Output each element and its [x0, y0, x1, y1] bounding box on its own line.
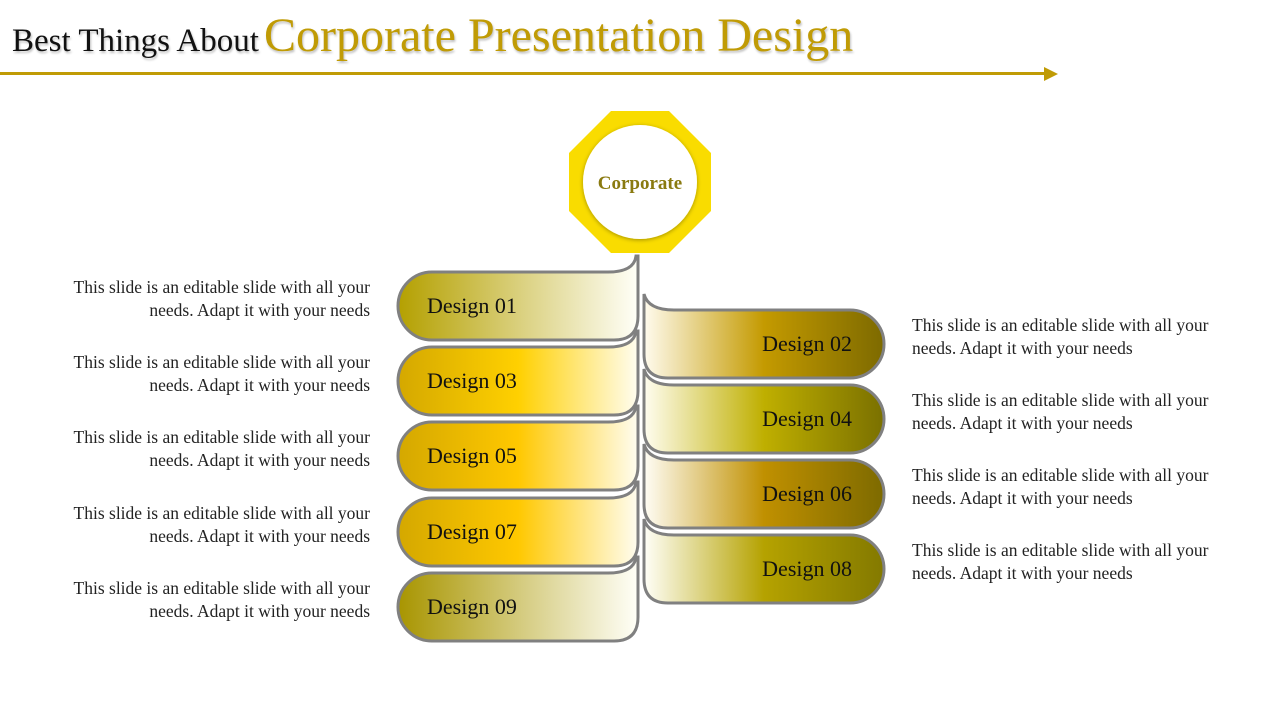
design-label: Design 07 — [427, 519, 517, 544]
description-text: This slide is an editable slide with all… — [912, 390, 1209, 433]
design-label: Design 06 — [762, 481, 852, 506]
description-text: This slide is an editable slide with all… — [912, 315, 1209, 358]
description-text: This slide is an editable slide with all… — [73, 578, 370, 621]
description-text: This slide is an editable slide with all… — [912, 540, 1209, 583]
description-text: This slide is an editable slide with all… — [912, 465, 1209, 508]
design-label: Design 02 — [762, 331, 852, 356]
description-text: This slide is an editable slide with all… — [73, 277, 370, 320]
design-tab: Design 07 — [396, 480, 640, 568]
design-tab: Design 06 — [642, 443, 886, 530]
design-label: Design 08 — [762, 556, 852, 581]
design-tab: Design 02 — [642, 293, 886, 380]
design-label: Design 01 — [427, 293, 517, 318]
description-text: This slide is an editable slide with all… — [73, 352, 370, 395]
design-tab: Design 04 — [642, 368, 886, 455]
design-label: Design 09 — [427, 594, 517, 619]
design-tab: Design 03 — [396, 329, 640, 417]
description-text: This slide is an editable slide with all… — [73, 427, 370, 470]
hub-label: Corporate — [598, 173, 682, 194]
design-tab: Design 05 — [396, 404, 640, 492]
design-label: Design 03 — [427, 368, 517, 393]
design-tab: Design 01 — [396, 254, 640, 342]
design-tab: Design 08 — [642, 518, 886, 605]
design-tab: Design 09 — [396, 555, 640, 643]
description-text: This slide is an editable slide with all… — [73, 503, 370, 546]
corporate-hub: Corporate — [569, 111, 711, 253]
design-label: Design 05 — [427, 443, 517, 468]
design-label: Design 04 — [762, 406, 852, 431]
